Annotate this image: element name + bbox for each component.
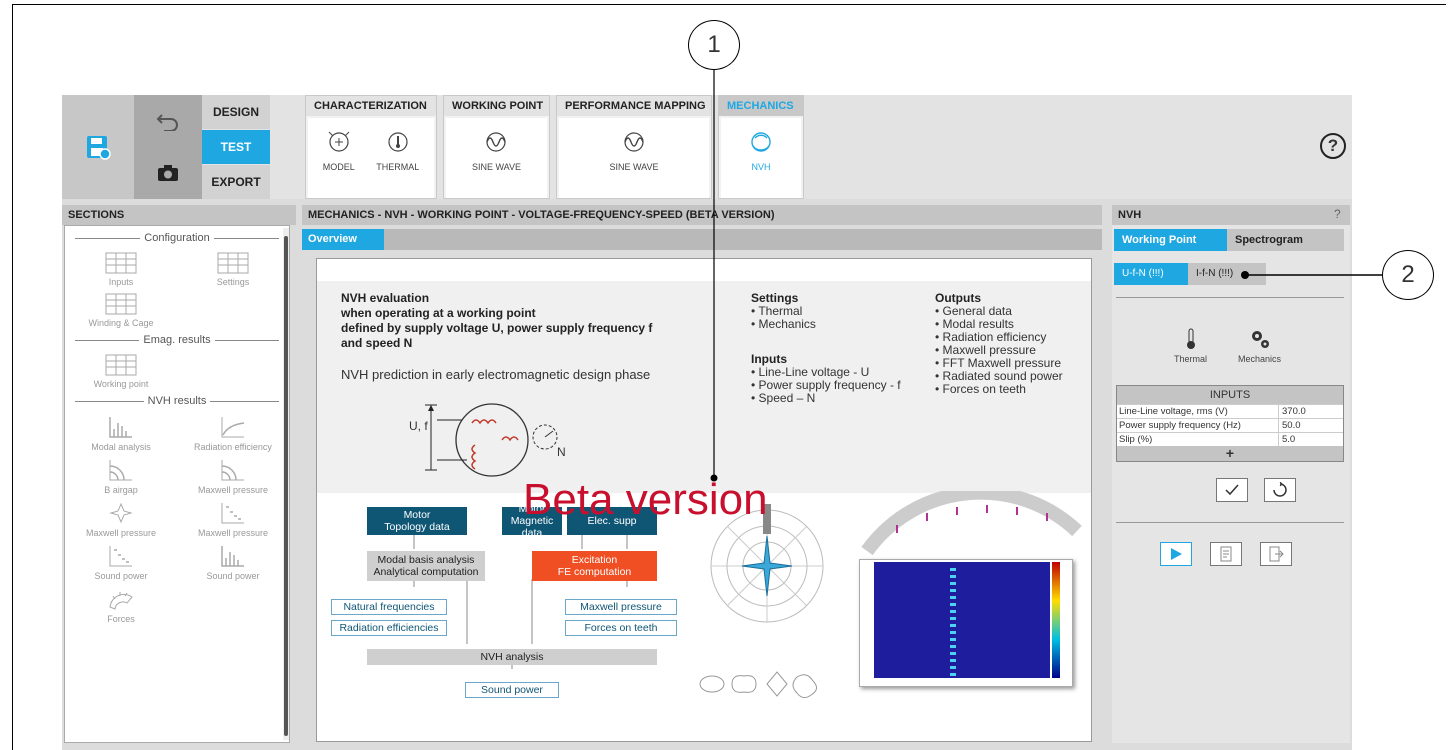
callout-2: 2 <box>1382 250 1434 300</box>
callout-leaders <box>710 70 1382 482</box>
callout-1: 1 <box>688 20 740 70</box>
